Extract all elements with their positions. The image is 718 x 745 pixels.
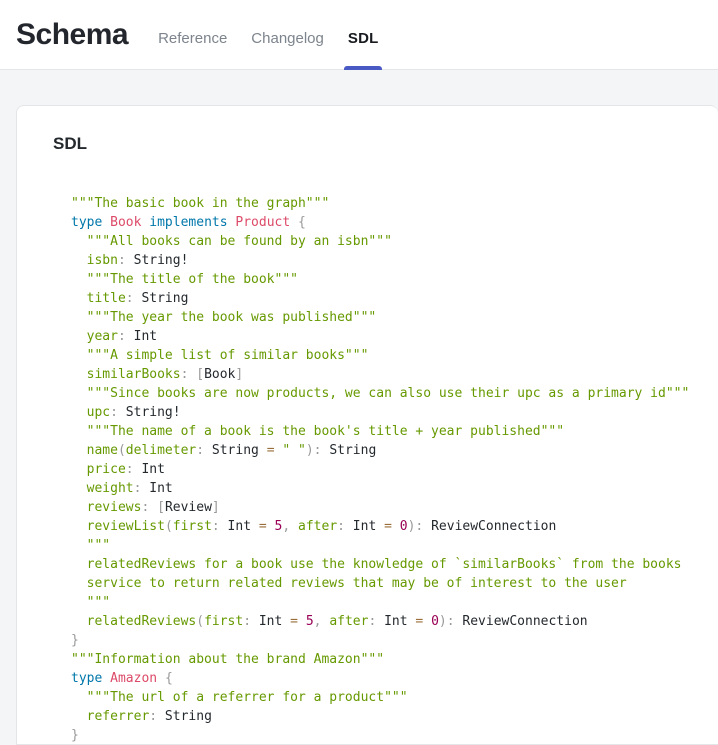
tab-sdl[interactable]: SDL: [348, 0, 379, 69]
code-line: }: [71, 726, 698, 745]
card-heading: SDL: [53, 134, 698, 154]
code-line: service to return related reviews that m…: [71, 574, 698, 593]
code-line: year: Int: [71, 327, 698, 346]
code-line: type Amazon {: [71, 669, 698, 688]
code-line: relatedReviews for a book use the knowle…: [71, 555, 698, 574]
code-line: """The url of a referrer for a product""…: [71, 688, 698, 707]
code-line: """All books can be found by an isbn""": [71, 232, 698, 251]
code-line: name(delimeter: String = " "): String: [71, 441, 698, 460]
code-line: isbn: String!: [71, 251, 698, 270]
code-line: weight: Int: [71, 479, 698, 498]
tab-reference[interactable]: Reference: [158, 0, 227, 69]
code-line: """: [71, 593, 698, 612]
code-line: """: [71, 536, 698, 555]
code-line: reviewList(first: Int = 5, after: Int = …: [71, 517, 698, 536]
tab-bar: Reference Changelog SDL: [158, 0, 378, 69]
code-line: """The name of a book is the book's titl…: [71, 422, 698, 441]
page-header: Schema Reference Changelog SDL: [0, 0, 718, 70]
code-line: """A simple list of similar books""": [71, 346, 698, 365]
code-line: price: Int: [71, 460, 698, 479]
code-line: similarBooks: [Book]: [71, 365, 698, 384]
code-line: title: String: [71, 289, 698, 308]
code-line: """Information about the brand Amazon""": [71, 650, 698, 669]
code-line: """The year the book was published""": [71, 308, 698, 327]
code-line: """Since books are now products, we can …: [71, 384, 698, 403]
sdl-code: """The basic book in the graph"""type Bo…: [53, 182, 698, 745]
tab-changelog[interactable]: Changelog: [251, 0, 324, 69]
sdl-card: SDL """The basic book in the graph"""typ…: [16, 105, 718, 745]
code-line: referrer: String: [71, 707, 698, 726]
page-body: SDL """The basic book in the graph"""typ…: [0, 70, 718, 745]
code-line: reviews: [Review]: [71, 498, 698, 517]
code-line: type Book implements Product {: [71, 213, 698, 232]
code-line: """The basic book in the graph""": [71, 194, 698, 213]
code-line: }: [71, 631, 698, 650]
code-line: upc: String!: [71, 403, 698, 422]
code-line: relatedReviews(first: Int = 5, after: In…: [71, 612, 698, 631]
page-title: Schema: [16, 18, 128, 52]
code-line: """The title of the book""": [71, 270, 698, 289]
